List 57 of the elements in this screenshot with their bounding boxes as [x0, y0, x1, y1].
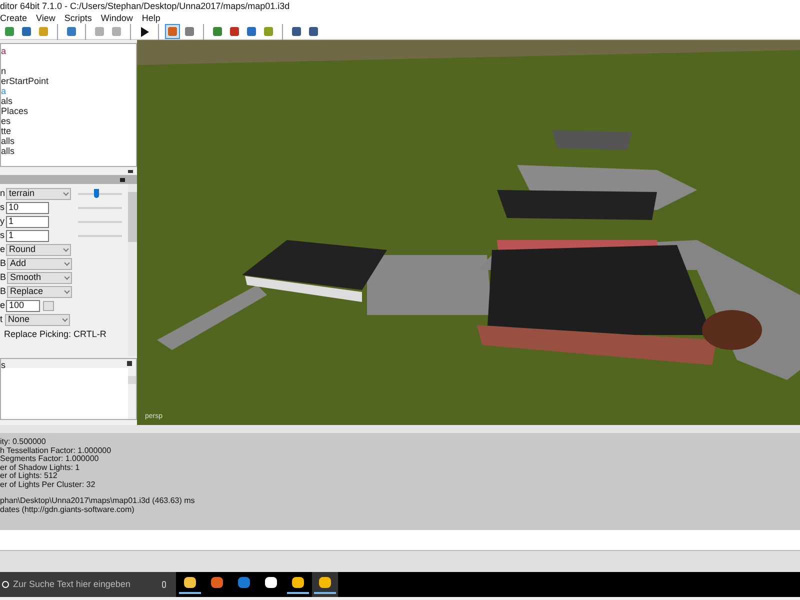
attribute-label: B — [0, 271, 6, 284]
scrollbar[interactable] — [128, 184, 137, 356]
menu-item[interactable]: Help — [142, 12, 160, 24]
attribute-label: e — [0, 299, 6, 312]
microphone-icon — [162, 581, 166, 588]
tree-item[interactable]: n — [1, 66, 136, 76]
input-field[interactable]: 1 — [6, 230, 48, 242]
chevron-icon — [62, 316, 68, 322]
tree-item[interactable]: es — [1, 116, 136, 126]
dropdown[interactable]: Round — [6, 244, 72, 256]
dropdown[interactable]: None — [5, 314, 70, 326]
attribute-label: s — [0, 201, 4, 214]
menu-item[interactable]: View — [36, 12, 56, 24]
input-field[interactable]: 1 — [6, 216, 48, 228]
log-line: h Tessellation Factor: 1.000000 — [0, 446, 112, 455]
tree-item[interactable]: alls — [1, 146, 136, 156]
dropdown[interactable]: Add — [7, 258, 72, 270]
menu-item[interactable]: Create — [0, 12, 28, 24]
chevron-icon — [64, 260, 70, 266]
chevron-icon — [64, 288, 70, 294]
attribute-label: B — [0, 257, 6, 270]
log-line: er of Lights Per Cluster: 32 — [0, 480, 96, 489]
search-field[interactable]: Zur Suche Text hier eingeben — [0, 572, 176, 597]
attribute-label: y — [0, 215, 4, 228]
log-line: dates (http://gdn.giants-software.com) — [0, 506, 134, 514]
tree-item[interactable]: a — [1, 46, 136, 56]
chevron-icon — [63, 190, 69, 196]
scrollbar[interactable] — [128, 368, 136, 419]
attribute-label: e — [0, 243, 6, 256]
hint-text: Replace Picking: CRTL-R — [3, 328, 108, 341]
log-line: phan\Desktop\Unna2017\maps\map01.i3d (463.63) ms — [0, 497, 196, 506]
log-line: Segments Factor: 1.000000 — [0, 455, 100, 464]
attribute-label: s — [0, 229, 4, 242]
input-field[interactable]: 100 — [6, 300, 40, 312]
log-line: er of Lights: 512 — [0, 472, 58, 480]
log-line: ity: 0.500000 — [0, 438, 47, 446]
input-field[interactable]: 10 — [6, 202, 48, 214]
chevron-icon — [64, 274, 70, 280]
tree-item[interactable]: als — [1, 96, 136, 106]
attribute-label: t — [0, 313, 4, 326]
dropdown[interactable]: terrain — [6, 188, 72, 200]
log-line: er of Shadow Lights: 1 — [0, 464, 81, 472]
panel-title: s — [1, 359, 6, 368]
attribute-label: n — [0, 187, 6, 200]
slider-thumb[interactable] — [94, 189, 99, 198]
attribute-label: B — [0, 285, 6, 298]
window-title: ditor 64bit 7.1.0 - C:/Users/Stephan/Desktop/Unna2017/maps/map01.i3d — [0, 0, 800, 12]
search-icon — [2, 581, 9, 588]
tree-item[interactable]: alls — [1, 136, 136, 146]
menu-item[interactable]: Window — [100, 12, 133, 24]
tree-item[interactable]: Places — [1, 106, 136, 116]
dropdown[interactable]: Replace — [7, 286, 72, 298]
tree-item[interactable]: erStartPoint — [1, 76, 136, 86]
chevron-icon — [63, 246, 69, 252]
menu-item[interactable]: Scripts — [64, 12, 92, 24]
dropdown[interactable]: Smooth — [7, 272, 72, 284]
tree-item[interactable]: tte — [1, 126, 136, 136]
